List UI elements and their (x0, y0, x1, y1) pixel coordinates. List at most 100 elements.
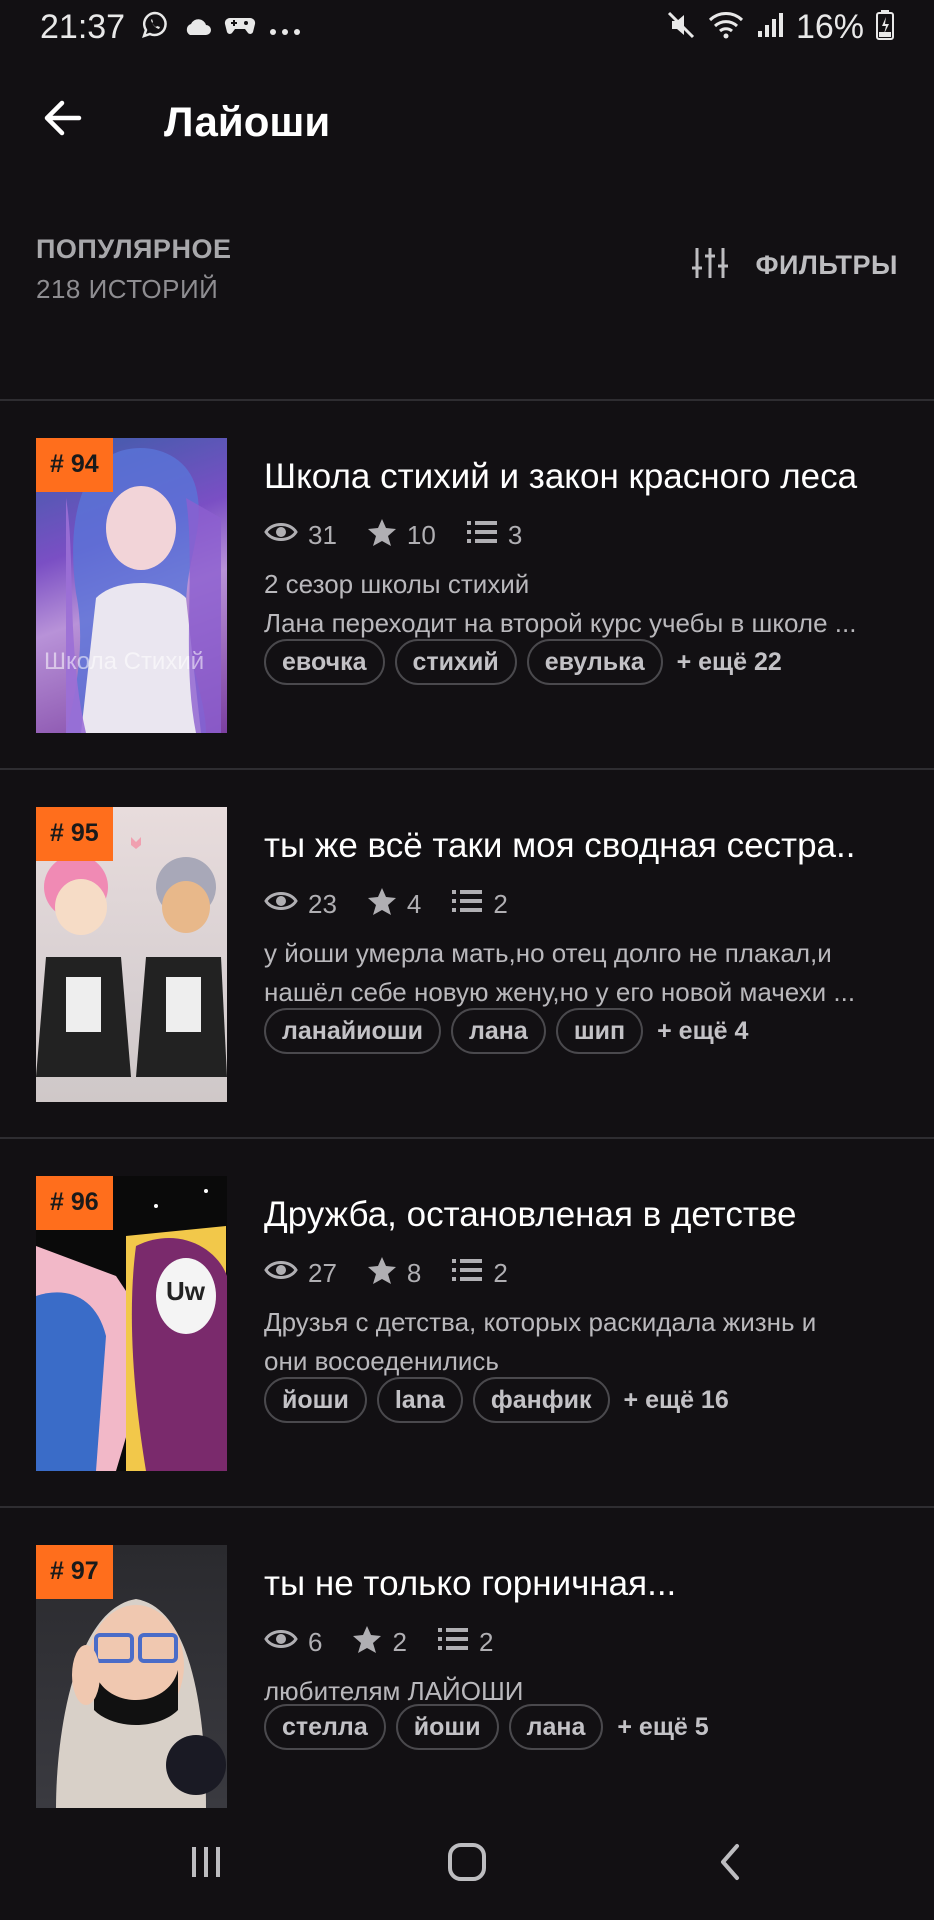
parts-count: 2 (478, 1627, 494, 1657)
description-line: 2 сезор школы стихий (264, 569, 530, 599)
parts-stat: 2 (451, 888, 508, 921)
views-count: 27 (308, 1258, 337, 1288)
eye-icon (264, 889, 298, 920)
story-item[interactable]: Uw # 96 Дружба, остановленая в детстве 2… (0, 1139, 934, 1507)
list-icon (466, 519, 498, 552)
more-dots-icon (268, 13, 302, 43)
rank-badge: # 97 (36, 1545, 113, 1599)
home-button[interactable] (437, 1834, 497, 1894)
list-icon (451, 888, 483, 921)
tag-chip[interactable]: фанфик (472, 1377, 610, 1423)
votes-stat: 8 (367, 1255, 421, 1292)
back-nav-button[interactable] (700, 1834, 760, 1894)
cloud-icon (182, 13, 212, 43)
recents-button[interactable] (176, 1834, 236, 1894)
signal-icon (756, 11, 784, 44)
eye-icon (264, 1258, 298, 1289)
tag-list: ланайиоши лана шип + ещё 4 (264, 1008, 748, 1054)
votes-count: 4 (406, 889, 422, 919)
rank-badge: # 96 (36, 1176, 113, 1230)
story-item[interactable]: Школа Стихий # 94 Школа стихий и закон к… (0, 401, 934, 769)
tag-chip[interactable]: лана (508, 1704, 604, 1750)
more-tags[interactable]: + ещё 22 (677, 648, 782, 677)
more-tags[interactable]: + ещё 5 (617, 1713, 708, 1742)
views-count: 31 (308, 520, 337, 550)
story-title: Школа стихий и закон красного леса (264, 457, 858, 496)
screen: 21:37 16% Лайоши ПОПУЛЯРНОЕ 218 ИСТОРИЙ … (0, 0, 934, 1920)
list-icon (437, 1626, 469, 1659)
star-icon (367, 517, 397, 554)
votes-count: 8 (406, 1258, 422, 1288)
more-tags[interactable]: + ещё 16 (624, 1386, 729, 1415)
tag-chip[interactable]: шип (555, 1008, 644, 1054)
star-icon (367, 886, 397, 923)
page-title: Лайоши (164, 98, 331, 145)
tag-chip[interactable]: стихий (394, 639, 517, 685)
back-button[interactable] (34, 92, 90, 148)
views-stat: 23 (264, 889, 337, 920)
story-cover: Школа Стихий # 94 (36, 438, 227, 733)
views-stat: 6 (264, 1627, 322, 1658)
section-title: ПОПУЛЯРНОЕ (36, 234, 232, 264)
app-bar: Лайоши (0, 56, 934, 184)
story-item[interactable]: # 95 ты же всё таки моя сводная сестра..… (0, 770, 934, 1138)
story-stats: 23 4 2 (264, 886, 538, 923)
description-line: нашёл себе новую жену,но у его новой мач… (264, 977, 856, 1007)
description-line: они восоеденились (264, 1346, 499, 1376)
views-stat: 31 (264, 520, 337, 551)
story-cover: # 97 (36, 1545, 227, 1809)
filters-button[interactable]: ФИЛЬТРЫ (691, 246, 898, 285)
filters-label: ФИЛЬТРЫ (755, 250, 898, 280)
votes-stat: 4 (367, 886, 421, 923)
eye-icon (264, 520, 298, 551)
parts-count: 2 (493, 889, 508, 919)
votes-count: 10 (406, 520, 436, 550)
tag-chip[interactable]: стелла (264, 1704, 386, 1750)
story-title: ты не только горничная... (264, 1564, 677, 1603)
eye-icon (264, 1627, 298, 1658)
story-title: ты же всё таки моя сводная сестра.. (264, 826, 856, 865)
star-icon (367, 1255, 397, 1292)
status-time: 21:37 (40, 8, 126, 46)
cover-caption: Школа Стихий (44, 648, 205, 675)
parts-count: 2 (493, 1258, 508, 1288)
story-cover: # 95 (36, 807, 227, 1102)
tag-chip[interactable]: ланайиоши (264, 1008, 442, 1054)
battery-percent: 16% (795, 8, 864, 46)
story-title: Дружба, остановленая в детстве (264, 1195, 797, 1234)
system-nav-bar (0, 1808, 934, 1920)
back-nav-icon (715, 1842, 745, 1887)
mute-icon (666, 10, 696, 45)
votes-stat: 10 (367, 517, 436, 554)
star-icon (352, 1624, 382, 1661)
story-description: 2 сезор школы стихий Лана переходит на в… (264, 565, 904, 643)
sliders-icon (691, 246, 729, 285)
tag-chip[interactable]: лана (451, 1008, 546, 1054)
description-line: Лана переходит на второй курс учебы в шк… (264, 608, 857, 638)
story-description: у йоши умерла мать,но отец долго не плак… (264, 934, 904, 1012)
rank-badge: # 95 (36, 807, 113, 861)
tag-chip[interactable]: йоши (395, 1704, 499, 1750)
more-tags[interactable]: + ещё 4 (657, 1017, 748, 1046)
tag-chip[interactable]: йоши (264, 1377, 367, 1423)
views-stat: 27 (264, 1258, 337, 1289)
rank-badge: # 94 (36, 438, 113, 492)
tag-chip[interactable]: евулька (526, 639, 663, 685)
parts-stat: 2 (437, 1626, 493, 1659)
tag-list: стелла йоши лана + ещё 5 (264, 1704, 709, 1750)
parts-count: 3 (507, 520, 523, 550)
status-bar: 21:37 16% (0, 0, 934, 56)
story-stats: 27 8 2 (264, 1255, 538, 1292)
battery-charging-icon (876, 10, 894, 45)
wifi-icon (708, 10, 744, 45)
parts-stat: 2 (451, 1257, 508, 1290)
tag-list: евочка стихий евулька + ещё 22 (264, 639, 782, 685)
story-description: Друзья с детства, которых раскидала жизн… (264, 1303, 904, 1381)
recents-icon (188, 1845, 224, 1884)
list-icon (451, 1257, 483, 1290)
tag-chip[interactable]: lana (376, 1377, 463, 1423)
status-right: 16% (666, 8, 894, 47)
viber-icon (140, 10, 170, 46)
tag-chip[interactable]: евочка (264, 639, 385, 685)
section-header: ПОПУЛЯРНОЕ 218 ИСТОРИЙ ФИЛЬТРЫ (0, 220, 934, 320)
